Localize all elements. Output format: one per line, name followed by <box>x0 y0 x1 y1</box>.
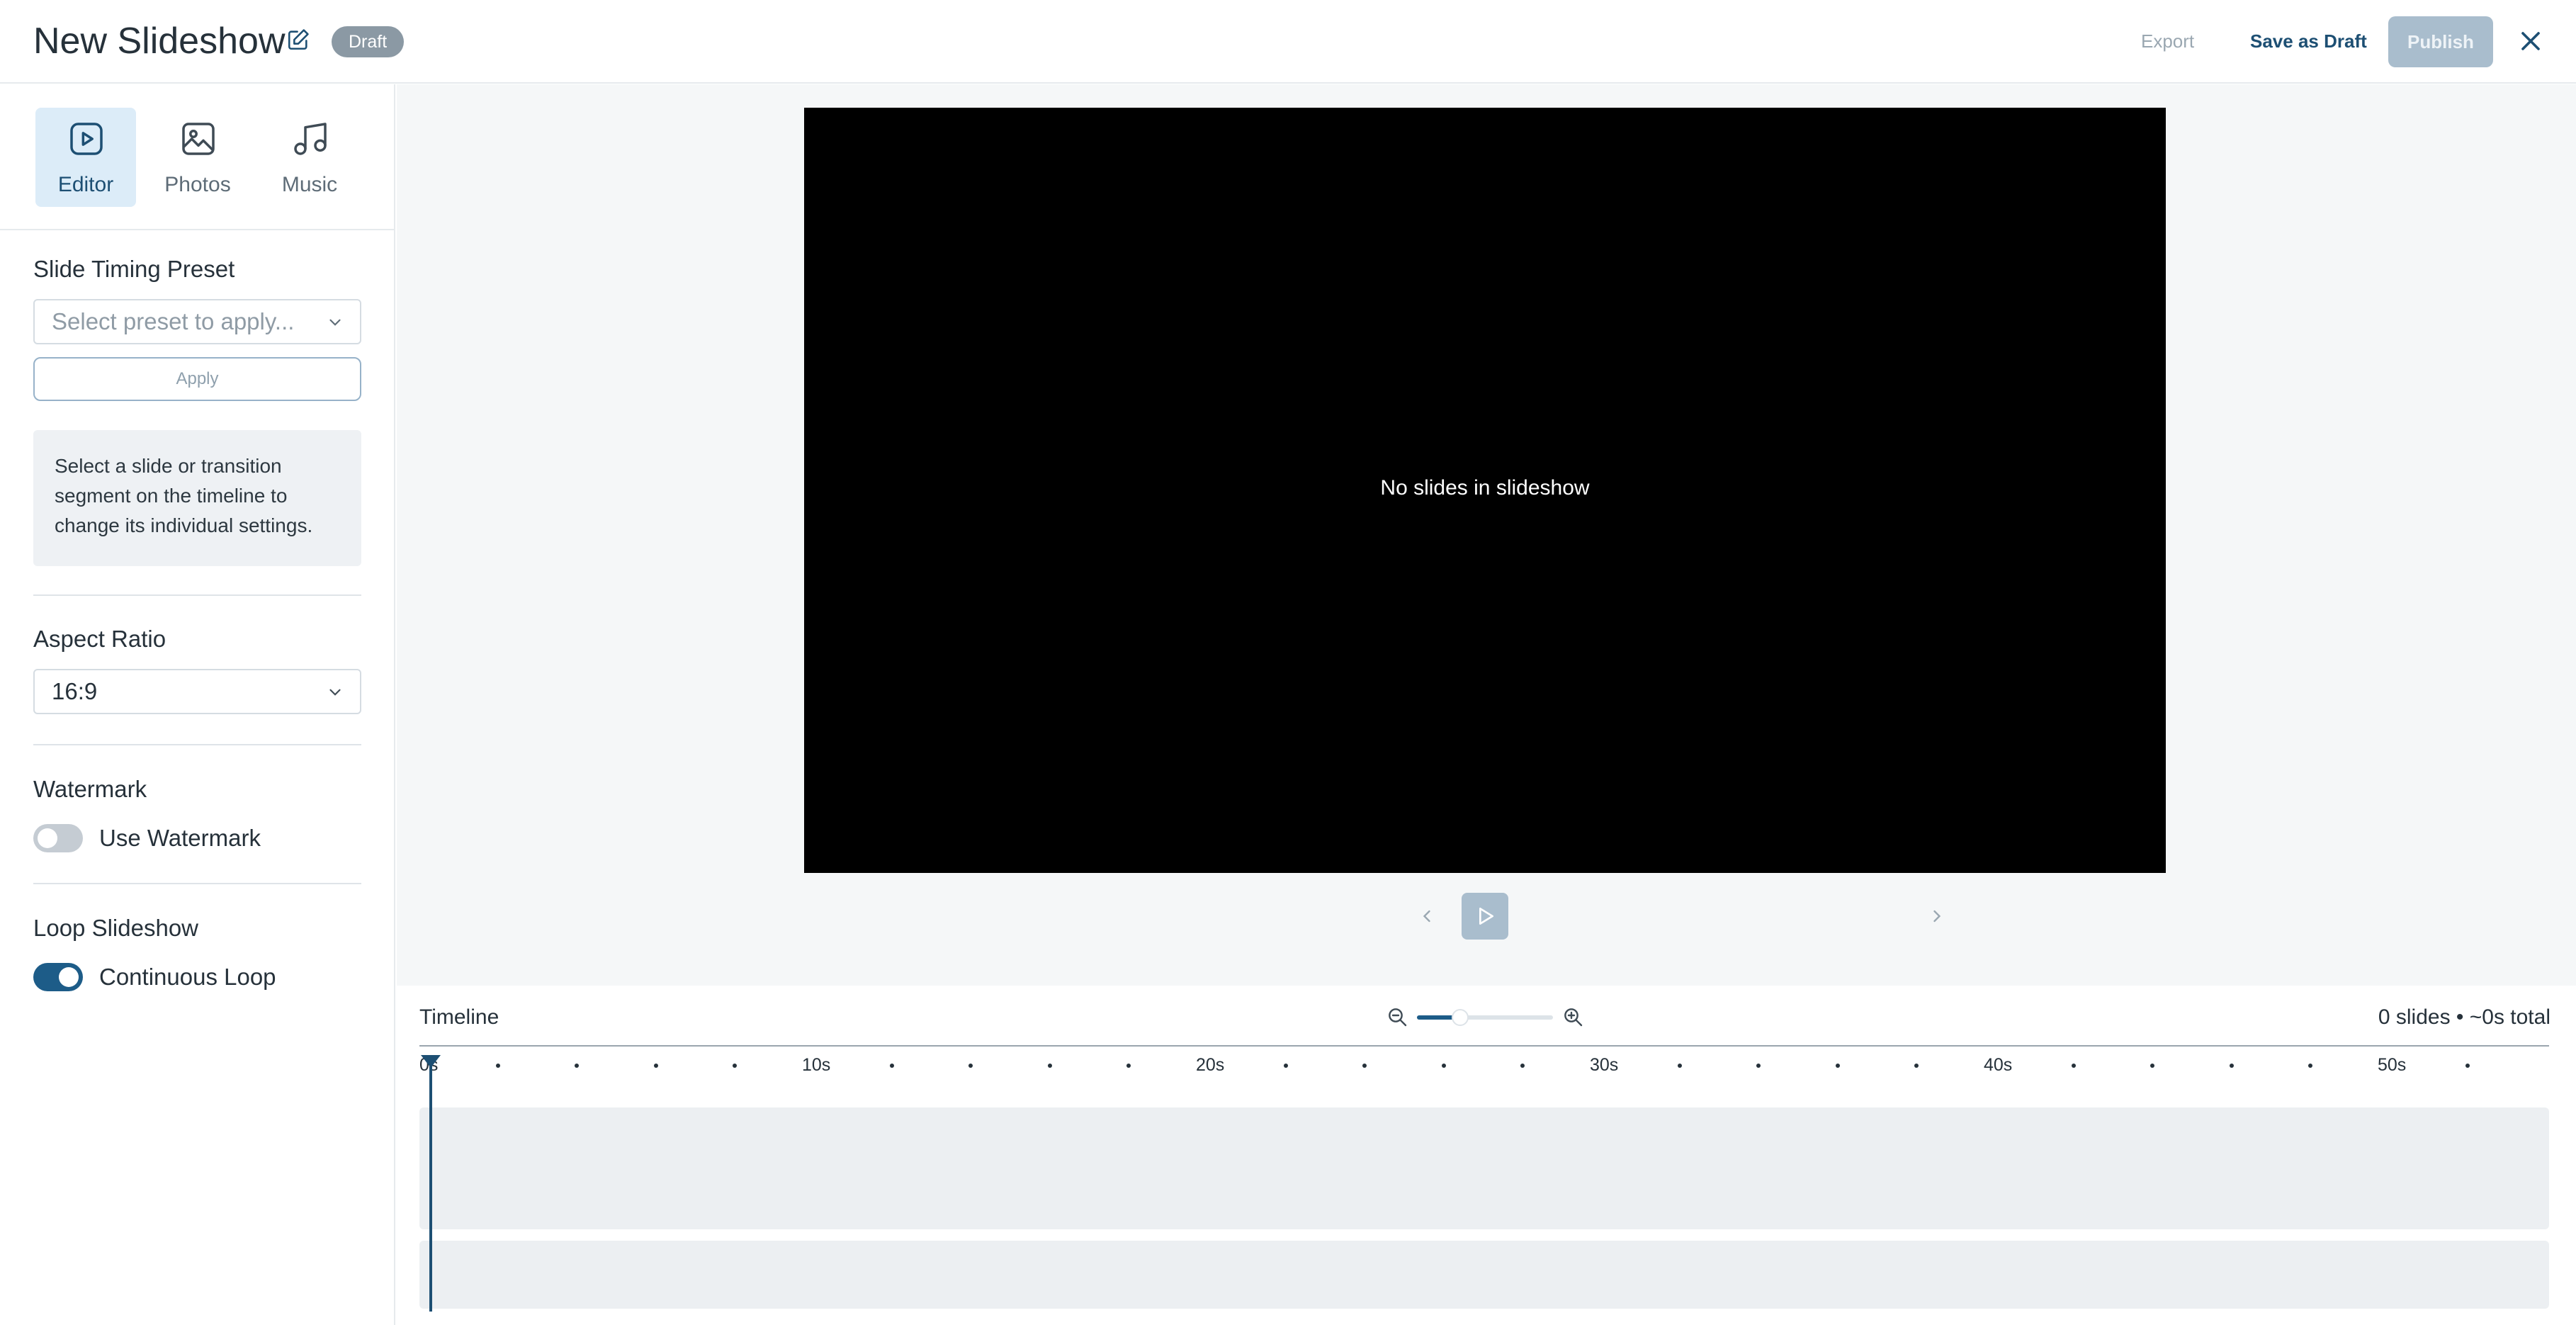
ruler-tick-dot <box>2150 1064 2155 1068</box>
watermark-toggle[interactable] <box>33 824 83 852</box>
zoom-in-icon[interactable] <box>1561 1005 1584 1028</box>
timing-preset-select[interactable]: Select preset to apply... <box>33 299 361 344</box>
ruler-tick-dot <box>732 1064 737 1068</box>
aspect-ratio-title: Aspect Ratio <box>33 626 166 652</box>
aspect-ratio-select[interactable]: 16:9 <box>33 669 361 714</box>
music-note-icon <box>294 123 327 155</box>
zoom-slider-handle[interactable] <box>1452 1009 1469 1026</box>
watermark-toggle-label: Use Watermark <box>99 825 261 851</box>
tab-photos[interactable]: Photos <box>147 108 248 207</box>
toggle-knob <box>59 967 79 987</box>
tab-music[interactable]: Music <box>259 108 360 207</box>
ruler-tick-dot <box>1520 1064 1525 1068</box>
close-icon[interactable] <box>2515 26 2546 57</box>
zoom-slider[interactable] <box>1417 1009 1553 1026</box>
tab-label: Editor <box>57 173 114 196</box>
timing-preset-placeholder: Select preset to apply... <box>52 308 295 334</box>
slideshow-editor: New Slideshow Draft Export Save as Draft… <box>0 0 2576 1325</box>
ruler-tick-dot <box>2307 1064 2312 1068</box>
loop-title: Loop Slideshow <box>33 915 198 941</box>
preview-area: No slides in slideshow <box>397 84 2576 986</box>
watermark-title: Watermark <box>33 776 147 802</box>
ruler-tick-dot <box>1047 1064 1052 1068</box>
ruler-tick-dot <box>1126 1064 1131 1068</box>
time-ruler[interactable]: 0s10s20s30s40s50s <box>419 1055 2549 1083</box>
edit-title-icon[interactable] <box>286 28 310 52</box>
ruler-tick-dot <box>653 1064 658 1068</box>
ruler-tick-dot <box>1284 1064 1289 1068</box>
ruler-tick-dot <box>1441 1064 1446 1068</box>
zoom-out-icon[interactable] <box>1386 1005 1408 1028</box>
ruler-tick-dot <box>1835 1064 1840 1068</box>
aspect-ratio-value: 16:9 <box>52 678 98 704</box>
preview-canvas[interactable]: No slides in slideshow <box>804 108 2166 873</box>
play-icon <box>1479 908 1493 925</box>
ruler-tick-dot <box>2072 1064 2077 1068</box>
slide-track[interactable] <box>419 1107 2549 1229</box>
save-draft-button[interactable]: Save as Draft <box>2250 21 2367 61</box>
previous-slide-icon[interactable] <box>1417 906 1437 926</box>
ruler-tick-dot <box>2229 1064 2234 1068</box>
ruler-tick-label: 20s <box>1196 1055 1225 1075</box>
timeline-panel: Timeline 0 slides • ~0s total 0s10s20s30… <box>397 987 2575 1318</box>
tab-editor[interactable]: Editor <box>35 108 136 207</box>
ruler-tick-label: 50s <box>2378 1055 2407 1075</box>
sidebar-tabs: Editor Photos Music <box>0 84 394 230</box>
header-bar: New Slideshow Draft Export Save as Draft… <box>0 0 2576 84</box>
publish-button[interactable]: Publish <box>2388 16 2493 67</box>
ruler-tick-dot <box>890 1064 895 1068</box>
apply-preset-button[interactable]: Apply <box>33 357 361 401</box>
status-badge: Draft <box>332 26 405 57</box>
ruler-tick-dot <box>1914 1064 1919 1068</box>
ruler-tick-dot <box>1756 1064 1761 1068</box>
divider <box>33 744 361 745</box>
toggle-knob <box>38 828 57 848</box>
loop-toggle[interactable] <box>33 963 83 991</box>
ruler-tick-dot <box>1678 1064 1683 1068</box>
divider <box>33 883 361 884</box>
ruler-line <box>419 1045 2549 1047</box>
ruler-tick-dot <box>968 1064 973 1068</box>
ruler-tick-dot <box>496 1064 501 1068</box>
chevron-down-icon <box>329 319 341 326</box>
chevron-down-icon <box>329 689 341 696</box>
ruler-tick-dot <box>2465 1064 2470 1068</box>
playhead[interactable] <box>429 1055 432 1312</box>
timeline-selection-hint: Select a slide or transition segment on … <box>33 430 361 566</box>
next-slide-icon[interactable] <box>1927 906 1947 926</box>
tab-label: Photos <box>164 173 231 196</box>
timeline-summary: 0 slides • ~0s total <box>2378 1005 2550 1029</box>
sidebar: Editor Photos Music Slide Timing Preset … <box>0 84 395 1325</box>
export-button[interactable]: Export <box>2141 21 2194 61</box>
ruler-tick-label: 10s <box>802 1055 831 1075</box>
ruler-tick-dot <box>1362 1064 1367 1068</box>
tab-label: Music <box>281 173 338 196</box>
ruler-tick-dot <box>575 1064 580 1068</box>
empty-preview-message: No slides in slideshow <box>1380 476 1590 500</box>
timing-preset-title: Slide Timing Preset <box>33 256 235 282</box>
ruler-tick-label: 30s <box>1590 1055 1619 1075</box>
play-button[interactable] <box>1462 893 1508 940</box>
page-title: New Slideshow <box>33 21 286 62</box>
play-square-icon <box>70 123 103 155</box>
ruler-tick-label: 40s <box>1984 1055 2013 1075</box>
image-icon <box>182 123 215 155</box>
audio-track[interactable] <box>419 1241 2549 1309</box>
loop-toggle-label: Continuous Loop <box>99 964 276 990</box>
timeline-title: Timeline <box>419 1005 499 1029</box>
divider <box>33 594 361 596</box>
